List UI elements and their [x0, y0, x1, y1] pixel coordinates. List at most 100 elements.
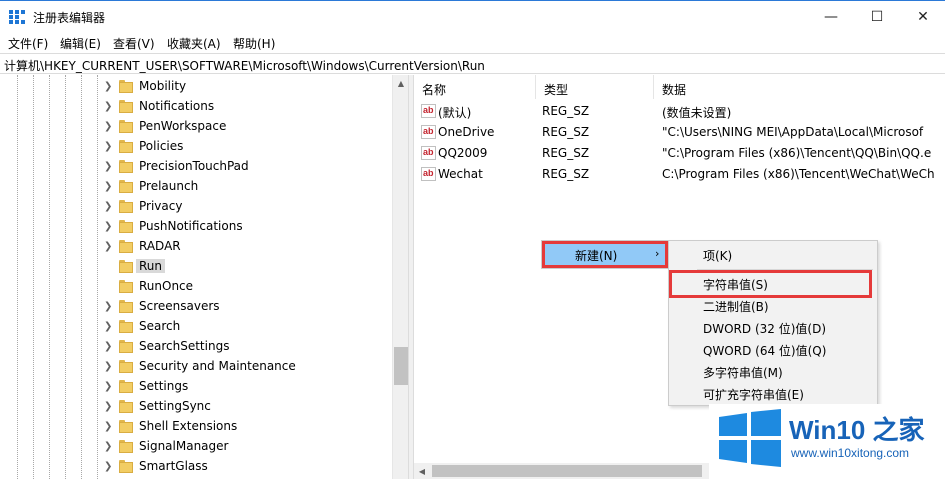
- menu-favorites[interactable]: 收藏夹(A): [167, 35, 221, 52]
- chevron-right-icon[interactable]: ❯: [104, 361, 112, 372]
- tree-item[interactable]: ❯ Screensavers: [0, 297, 392, 317]
- submenu-item-key[interactable]: 项(K): [703, 247, 732, 264]
- tree-item-label: SettingSync: [139, 399, 211, 413]
- submenu-item-dword-value[interactable]: DWORD (32 位)值(D): [703, 320, 826, 337]
- folder-icon: [119, 80, 133, 93]
- folder-icon: [119, 380, 133, 393]
- value-row[interactable]: ab (默认) REG_SZ (数值未设置): [414, 101, 945, 122]
- folder-icon: [119, 100, 133, 113]
- tree-item[interactable]: ❯ Policies: [0, 137, 392, 157]
- tree-item[interactable]: ❯ SignalManager: [0, 437, 392, 457]
- value-row[interactable]: ab Wechat REG_SZ C:\Program Files (x86)\Ten…: [414, 164, 945, 185]
- chevron-right-icon[interactable]: ❯: [104, 121, 112, 132]
- column-header-data[interactable]: 数据: [654, 75, 945, 99]
- tree-item[interactable]: ❯ SearchSettings: [0, 337, 392, 357]
- folder-icon: [119, 360, 133, 373]
- column-header-type[interactable]: 类型: [536, 75, 654, 99]
- scroll-left-arrow-icon[interactable]: ◀: [414, 463, 430, 479]
- chevron-right-icon[interactable]: ❯: [104, 241, 112, 252]
- menu-view[interactable]: 查看(V): [113, 35, 155, 52]
- tree-item[interactable]: ❯ Security and Maintenance: [0, 357, 392, 377]
- tree-item-label: PushNotifications: [139, 219, 243, 233]
- value-row[interactable]: ab QQ2009 REG_SZ "C:\Program Files (x86)\Te…: [414, 143, 945, 164]
- chevron-right-icon[interactable]: ❯: [104, 381, 112, 392]
- tree-item-label: SearchSettings: [139, 339, 230, 353]
- chevron-right-icon[interactable]: ❯: [104, 221, 112, 232]
- tree-item-label: Policies: [139, 139, 184, 153]
- string-value-icon: ab: [421, 104, 436, 118]
- value-data: (数值未设置): [662, 106, 732, 120]
- folder-icon: [119, 220, 133, 233]
- registry-tree: ❯ Mobility ❯ Notifications ❯ PenWorkspace ❯ Pol…: [0, 75, 408, 479]
- chevron-right-icon[interactable]: ❯: [104, 341, 112, 352]
- maximize-button[interactable]: ☐: [854, 1, 900, 33]
- value-name: Wechat: [438, 167, 483, 181]
- chevron-right-icon[interactable]: ❯: [104, 321, 112, 332]
- tree-item[interactable]: ❯ PenWorkspace: [0, 117, 392, 137]
- tree-item-label: Privacy: [139, 199, 183, 213]
- chevron-right-icon[interactable]: ❯: [104, 101, 112, 112]
- tree-item[interactable]: ❯ RADAR: [0, 237, 392, 257]
- folder-icon: [119, 180, 133, 193]
- tree-item[interactable]: ❯ PrecisionTouchPad: [0, 157, 392, 177]
- submenu-item-binary-value[interactable]: 二进制值(B): [703, 298, 769, 315]
- tree-item[interactable]: ❯ Privacy: [0, 197, 392, 217]
- tree-item-label: Mobility: [139, 79, 187, 93]
- tree-item[interactable]: ❯ PushNotifications: [0, 217, 392, 237]
- folder-icon: [119, 140, 133, 153]
- tree-item[interactable]: ❯ Mobility: [0, 77, 392, 97]
- submenu-item-expandable-string-value[interactable]: 可扩充字符串值(E): [703, 386, 804, 403]
- chevron-right-icon[interactable]: ❯: [104, 421, 112, 432]
- tree-item[interactable]: ❯ Settings: [0, 377, 392, 397]
- submenu-item-multi-string-value[interactable]: 多字符串值(M): [703, 364, 783, 381]
- folder-icon: [119, 200, 133, 213]
- tree-vertical-scrollbar[interactable]: ▲: [392, 75, 408, 479]
- folder-icon: [119, 400, 133, 413]
- tree-item-label: Notifications: [139, 99, 215, 113]
- chevron-right-icon[interactable]: ❯: [104, 201, 112, 212]
- windows-logo-icon: [719, 409, 781, 467]
- menu-help[interactable]: 帮助(H): [233, 35, 275, 52]
- chevron-right-icon[interactable]: ❯: [104, 301, 112, 312]
- value-row[interactable]: ab OneDrive REG_SZ "C:\Users\NING MEI\AppDa…: [414, 122, 945, 143]
- tree-item[interactable]: RunOnce: [0, 277, 392, 297]
- scroll-up-arrow-icon[interactable]: ▲: [393, 75, 408, 91]
- address-bar[interactable]: 计算机\HKEY_CURRENT_USER\SOFTWARE\Microsoft…: [0, 53, 945, 74]
- tree-item[interactable]: ❯ SettingSync: [0, 397, 392, 417]
- tree-item[interactable]: ❯ Search: [0, 317, 392, 337]
- registry-path[interactable]: 计算机\HKEY_CURRENT_USER\SOFTWARE\Microsoft…: [4, 57, 485, 74]
- close-button[interactable]: ✕: [900, 1, 945, 33]
- values-scroll-thumb[interactable]: [432, 465, 702, 477]
- tree-item[interactable]: ❯ SmartGlass: [0, 457, 392, 477]
- tree-item-label: Search: [139, 319, 181, 333]
- tree-item-label: RADAR: [139, 239, 181, 253]
- tree-item-label: RunOnce: [139, 279, 194, 293]
- menu-edit[interactable]: 编辑(E): [60, 35, 101, 52]
- folder-icon: [119, 120, 133, 133]
- tree-item[interactable]: ❯ Prelaunch: [0, 177, 392, 197]
- chevron-right-icon[interactable]: ❯: [104, 81, 112, 92]
- minimize-button[interactable]: —: [808, 1, 854, 33]
- chevron-right-icon[interactable]: ❯: [104, 401, 112, 412]
- chevron-right-icon[interactable]: ❯: [104, 161, 112, 172]
- tree-item-label: Run: [136, 259, 166, 273]
- folder-icon: [119, 160, 133, 173]
- chevron-right-icon[interactable]: ❯: [104, 181, 112, 192]
- submenu-item-qword-value[interactable]: QWORD (64 位)值(Q): [703, 342, 826, 359]
- watermark-url: www.win10xitong.com: [791, 446, 910, 460]
- string-value-icon: ab: [421, 146, 436, 160]
- tree-item-label: Screensavers: [139, 299, 220, 313]
- tree-scroll-thumb[interactable]: [394, 347, 408, 385]
- tree-item-label: SmartGlass: [139, 459, 208, 473]
- tree-item[interactable]: ❯ Notifications: [0, 97, 392, 117]
- folder-icon: [119, 280, 133, 293]
- chevron-right-icon[interactable]: ❯: [104, 461, 112, 472]
- tree-item[interactable]: ❯ Shell Extensions: [0, 417, 392, 437]
- chevron-right-icon[interactable]: ❯: [104, 441, 112, 452]
- folder-icon: [119, 440, 133, 453]
- tree-item[interactable]: Run: [0, 257, 392, 277]
- column-header-name[interactable]: 名称: [414, 75, 536, 99]
- folder-icon: [119, 320, 133, 333]
- menu-file[interactable]: 文件(F): [8, 35, 48, 52]
- chevron-right-icon[interactable]: ❯: [104, 141, 112, 152]
